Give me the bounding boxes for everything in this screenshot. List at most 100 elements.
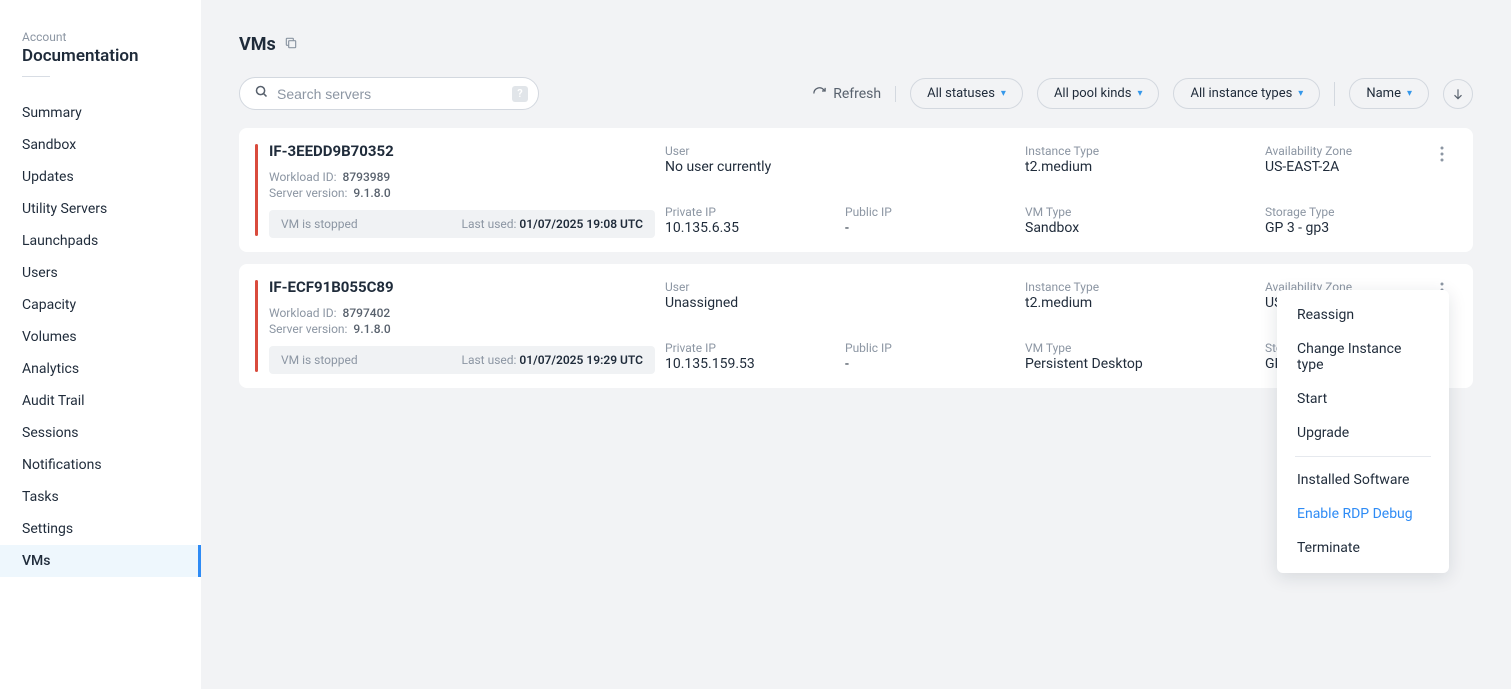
private-ip-label: Private IP [665,205,835,219]
main-content: VMs ? Refresh All statuses ▾ All pool ki… [201,0,1511,689]
sidebar-item-summary[interactable]: Summary [0,97,201,129]
instance-type-label: Instance Type [1025,144,1255,158]
vm-card-left: IF-ECF91B055C89 Workload ID: 8797402 Ser… [255,278,655,374]
sidebar-item-analytics[interactable]: Analytics [0,353,201,385]
vm-actions-menu[interactable] [1427,142,1457,238]
user-value: Unassigned [665,295,835,311]
vm-type-value: Persistent Desktop [1025,356,1255,372]
chevron-down-icon: ▾ [1137,88,1142,99]
user-label: User [665,144,835,158]
sidebar-item-launchpads[interactable]: Launchpads [0,225,201,257]
sidebar: Account Documentation SummarySandboxUpda… [0,0,201,689]
availability-zone-label: Availability Zone [1265,144,1417,158]
chevron-down-icon: ▾ [1407,88,1412,99]
storage-type-label: Storage Type [1265,205,1417,219]
sidebar-item-sessions[interactable]: Sessions [0,417,201,449]
vm-col-az: Availability ZoneUS-EAST-2A Storage Type… [1265,142,1417,238]
search-box[interactable]: ? [239,77,539,110]
sidebar-item-vms[interactable]: VMs [0,545,201,577]
private-ip-value: 10.135.159.53 [665,356,835,372]
workload-id-line: Workload ID: 8797402 [269,306,655,320]
sidebar-item-settings[interactable]: Settings [0,513,201,545]
vm-name[interactable]: IF-3EEDD9B70352 [269,142,655,160]
pool-filter[interactable]: All pool kinds ▾ [1037,78,1160,109]
sidebar-header: Account Documentation [0,30,201,97]
user-label: User [665,280,835,294]
public-ip-label: Public IP [845,205,1015,219]
status-filter-label: All statuses [927,86,995,101]
sidebar-item-tasks[interactable]: Tasks [0,481,201,513]
sort-direction-button[interactable] [1443,79,1473,109]
private-ip-label: Private IP [665,341,835,355]
server-version-line: Server version: 9.1.8.0 [269,186,655,200]
private-ip-value: 10.135.6.35 [665,220,835,236]
menu-item-upgrade[interactable]: Upgrade [1277,416,1449,450]
public-ip-value: - [845,220,1015,236]
refresh-button[interactable]: Refresh [812,86,896,102]
workload-id-line: Workload ID: 8793989 [269,170,655,184]
sidebar-item-updates[interactable]: Updates [0,161,201,193]
sort-label: Name [1366,86,1401,101]
vm-name[interactable]: IF-ECF91B055C89 [269,278,655,296]
vm-col-public-ip: Public IP- [845,278,1015,374]
search-input[interactable] [277,86,512,102]
page-title-row: VMs [239,34,1473,55]
sidebar-nav: SummarySandboxUpdatesUtility ServersLaun… [0,97,201,577]
vm-type-label: VM Type [1025,205,1255,219]
menu-item-start[interactable]: Start [1277,382,1449,416]
vm-last-used: Last used: 01/07/2025 19:08 UTC [462,217,644,231]
divider [22,76,50,77]
vm-type-label: VM Type [1025,341,1255,355]
instance-type-filter[interactable]: All instance types ▾ [1173,78,1320,109]
instance-type-label: Instance Type [1025,280,1255,294]
storage-type-value: GP 3 - gp3 [1265,220,1417,236]
availability-zone-value: US-EAST-2A [1265,159,1417,175]
pool-filter-label: All pool kinds [1054,86,1132,101]
help-icon[interactable]: ? [512,86,528,102]
vm-col-instance: Instance Typet2.medium VM TypeSandbox [1025,142,1255,238]
search-icon [254,84,269,103]
instance-filter-label: All instance types [1190,86,1292,101]
sidebar-item-volumes[interactable]: Volumes [0,321,201,353]
copy-icon[interactable] [284,36,298,54]
vm-col-user: UserNo user currently Private IP10.135.6… [665,142,835,238]
status-filter[interactable]: All statuses ▾ [910,78,1023,109]
vm-last-used: Last used: 01/07/2025 19:29 UTC [462,353,644,367]
menu-item-change-instance-type[interactable]: Change Instance type [1277,332,1449,382]
sidebar-item-audit-trail[interactable]: Audit Trail [0,385,201,417]
instance-type-value: t2.medium [1025,295,1255,311]
sidebar-item-sandbox[interactable]: Sandbox [0,129,201,161]
menu-item-installed-software[interactable]: Installed Software [1277,463,1449,497]
sidebar-item-users[interactable]: Users [0,257,201,289]
instance-type-value: t2.medium [1025,159,1255,175]
vm-status-text: VM is stopped [281,217,358,231]
account-name: Documentation [22,46,179,66]
vm-card: IF-3EEDD9B70352 Workload ID: 8793989 Ser… [239,128,1473,252]
chevron-down-icon: ▾ [1001,88,1006,99]
vm-card-left: IF-3EEDD9B70352 Workload ID: 8793989 Ser… [255,142,655,238]
menu-item-enable-rdp-debug[interactable]: Enable RDP Debug [1277,497,1449,531]
menu-item-terminate[interactable]: Terminate [1277,531,1449,565]
user-value: No user currently [665,159,835,175]
chevron-down-icon: ▾ [1298,88,1303,99]
vm-col-instance: Instance Typet2.medium VM TypePersistent… [1025,278,1255,374]
public-ip-value: - [845,356,1015,372]
context-menu: ReassignChange Instance typeStartUpgrade… [1277,290,1449,573]
server-version-line: Server version: 9.1.8.0 [269,322,655,336]
vm-col-user: UserUnassigned Private IP10.135.159.53 [665,278,835,374]
account-label: Account [22,30,179,44]
vm-col-public-ip: Public IP- [845,142,1015,238]
vm-status-text: VM is stopped [281,353,358,367]
refresh-label: Refresh [833,86,881,102]
sidebar-item-capacity[interactable]: Capacity [0,289,201,321]
menu-item-reassign[interactable]: Reassign [1277,298,1449,332]
vm-status-bar: VM is stopped Last used: 01/07/2025 19:2… [269,346,655,374]
page-title: VMs [239,34,276,55]
vm-status-bar: VM is stopped Last used: 01/07/2025 19:0… [269,210,655,238]
menu-divider [1295,456,1431,457]
public-ip-label: Public IP [845,341,1015,355]
sort-dropdown[interactable]: Name ▾ [1349,78,1429,109]
sidebar-item-notifications[interactable]: Notifications [0,449,201,481]
sidebar-item-utility-servers[interactable]: Utility Servers [0,193,201,225]
controls-row: ? Refresh All statuses ▾ All pool kinds … [239,77,1473,110]
